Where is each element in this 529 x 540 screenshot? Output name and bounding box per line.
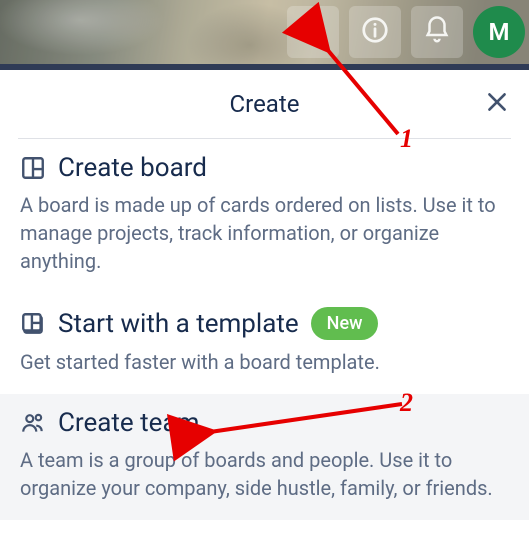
info-icon xyxy=(360,15,390,49)
option-desc: A board is made up of cards ordered on l… xyxy=(20,191,509,275)
option-title: Start with a template xyxy=(58,309,299,339)
option-title: Create board xyxy=(58,153,207,183)
option-start-template[interactable]: Start with a template New Get started fa… xyxy=(0,293,529,394)
bell-icon xyxy=(422,15,452,49)
board-icon xyxy=(20,155,46,181)
header-icon-bar: M xyxy=(287,6,525,58)
create-popover: Create Create board A board is made up o… xyxy=(0,70,529,540)
option-title: Create team xyxy=(58,408,199,438)
notifications-button[interactable] xyxy=(411,6,463,58)
info-button[interactable] xyxy=(349,6,401,58)
template-icon xyxy=(20,311,46,337)
team-icon xyxy=(20,410,46,436)
plus-icon xyxy=(298,15,328,49)
popover-title: Create xyxy=(230,90,300,118)
option-desc: A team is a group of boards and people. … xyxy=(20,446,509,502)
option-create-team[interactable]: Create team A team is a group of boards … xyxy=(0,394,529,520)
new-badge: New xyxy=(311,307,379,340)
popover-header: Create xyxy=(0,70,529,138)
option-create-board[interactable]: Create board A board is made up of cards… xyxy=(0,139,529,293)
option-desc: Get started faster with a board template… xyxy=(20,348,509,376)
close-button[interactable] xyxy=(479,86,515,122)
close-icon xyxy=(484,89,510,119)
add-button[interactable] xyxy=(287,6,339,58)
avatar-initial: M xyxy=(489,18,510,46)
user-avatar[interactable]: M xyxy=(473,6,525,58)
